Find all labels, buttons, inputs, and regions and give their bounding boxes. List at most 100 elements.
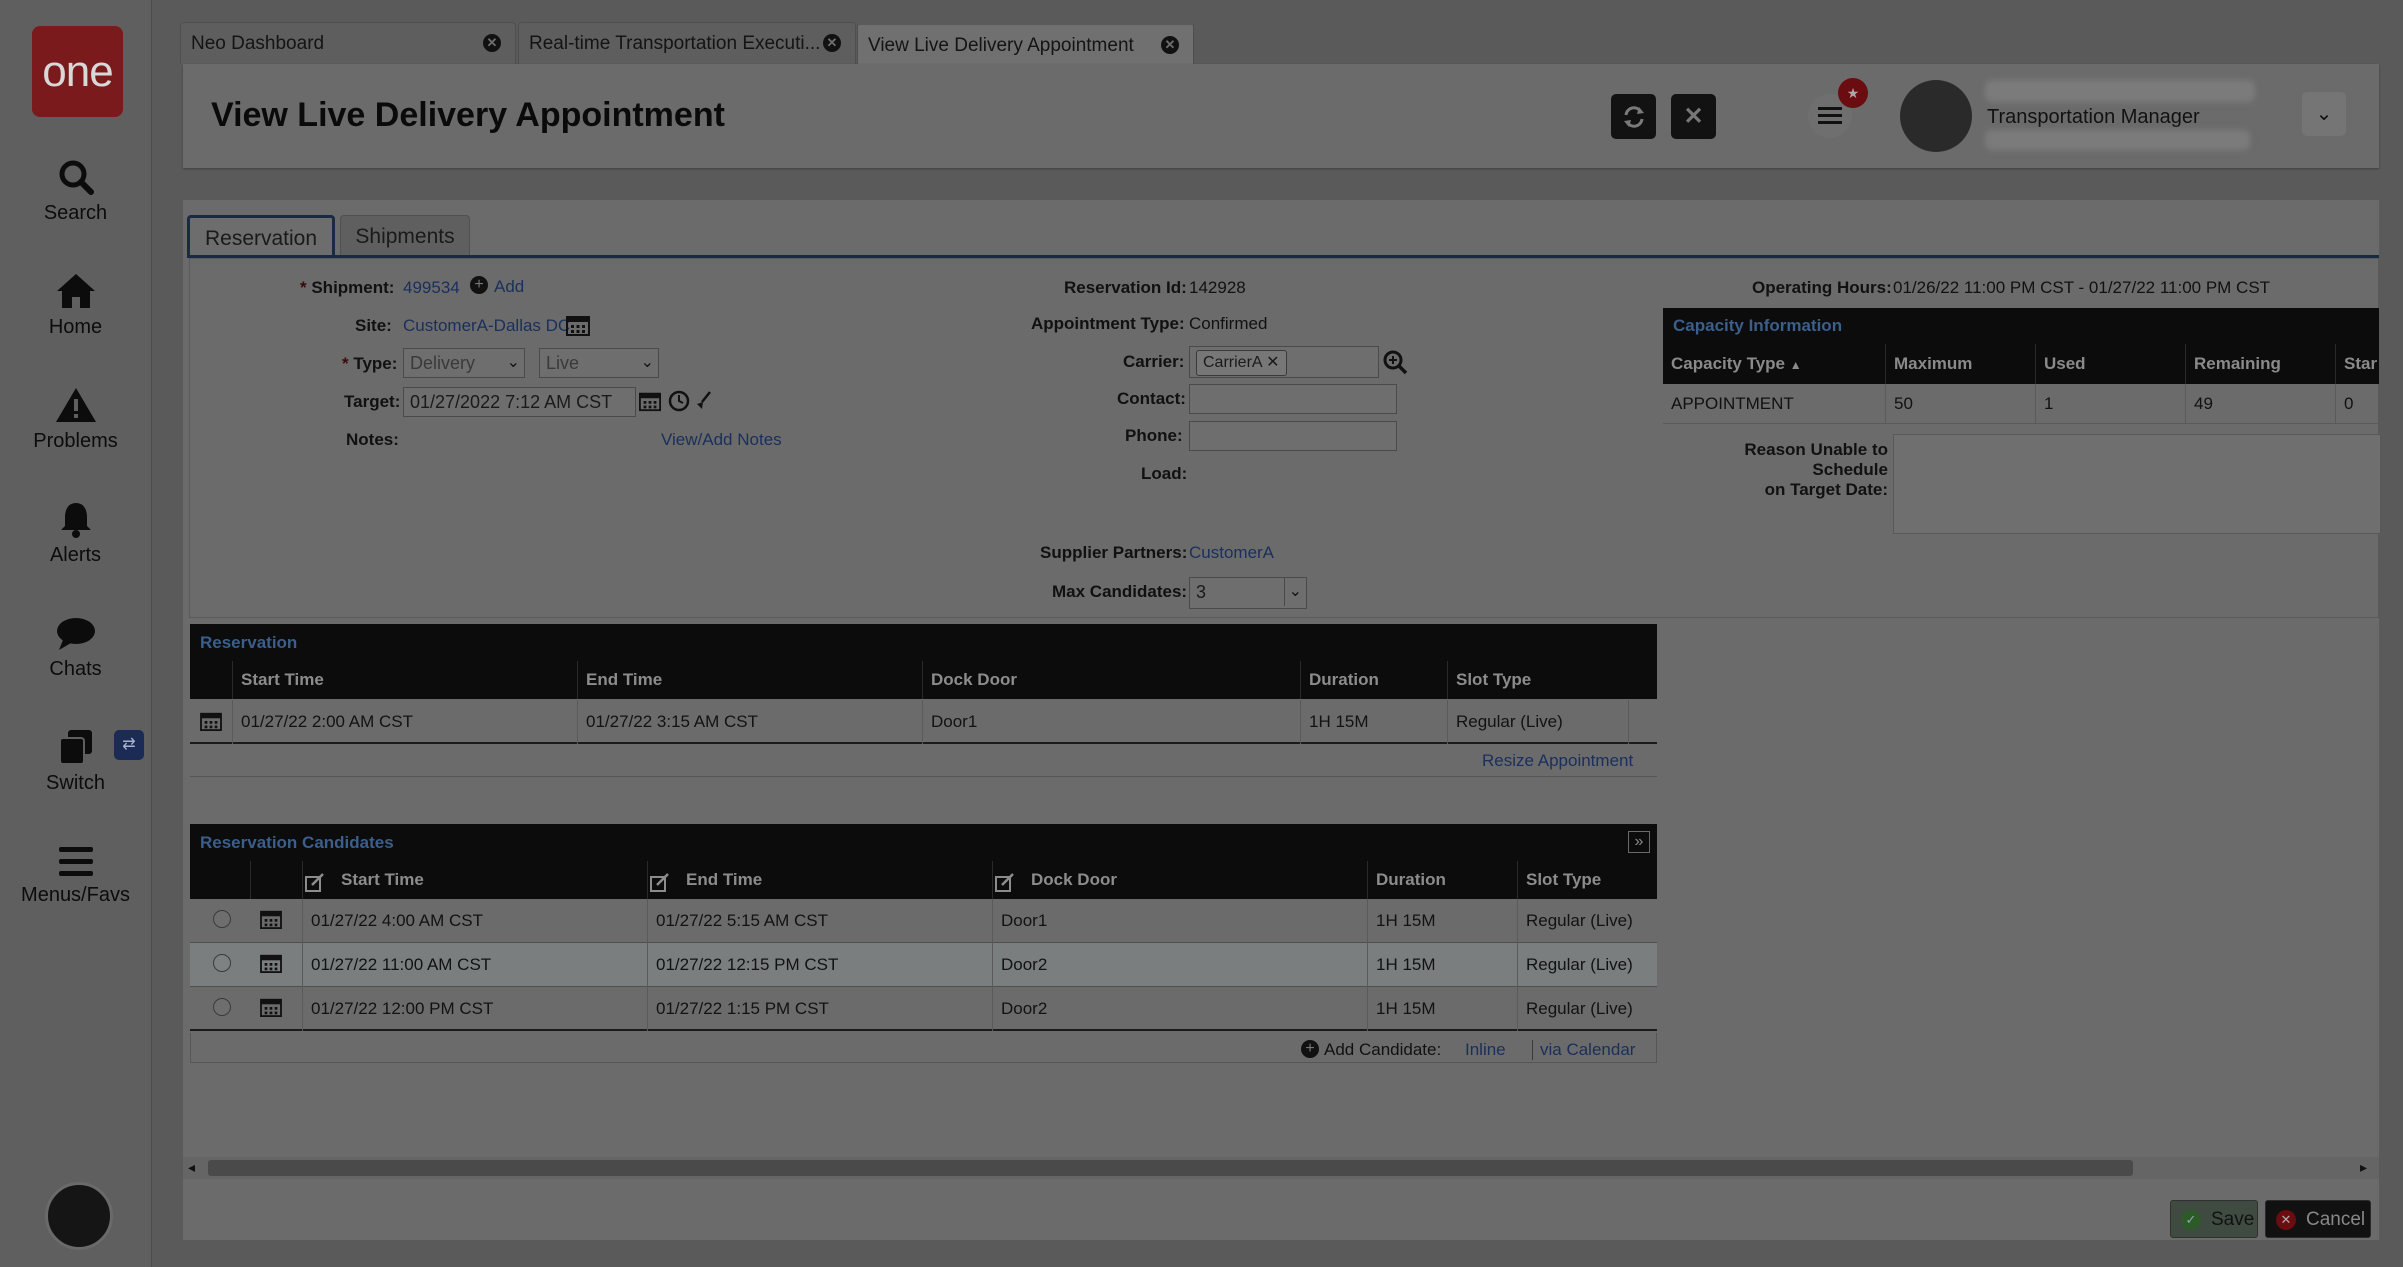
calendar-icon[interactable] <box>639 390 661 412</box>
type-select[interactable]: Delivery ⌄ <box>403 348 525 378</box>
shipment-link[interactable]: 499534 <box>403 278 460 298</box>
resize-appointment-link[interactable]: Resize Appointment <box>1482 751 1633 771</box>
tab-neo-dashboard[interactable]: Neo Dashboard ✕ <box>180 22 516 64</box>
load-label: Load: <box>1141 464 1188 483</box>
chat-icon <box>56 618 95 650</box>
subtab-reservation[interactable]: Reservation <box>187 215 335 257</box>
nav-search[interactable]: Search <box>0 158 151 225</box>
user-avatar[interactable] <box>1900 80 1972 152</box>
capacity-type-column[interactable]: Capacity Type ▲ <box>1663 344 1885 384</box>
target-label: Target: <box>344 392 401 411</box>
dock-door-column[interactable]: Dock Door <box>992 861 1367 899</box>
app-logo[interactable]: one <box>32 26 123 117</box>
calendar-icon[interactable] <box>566 314 590 336</box>
clear-brush-icon[interactable] <box>694 390 714 412</box>
scroll-left-icon[interactable]: ◂ <box>188 1159 195 1176</box>
table-row[interactable]: 01/27/22 4:00 AM CST 01/27/22 5:15 AM CS… <box>190 899 1657 943</box>
table-row[interactable]: 01/27/22 2:00 AM CST 01/27/22 3:15 AM CS… <box>190 700 1657 744</box>
scroll-right-icon[interactable]: ▸ <box>2360 1159 2367 1176</box>
start-column[interactable]: Star <box>2335 344 2379 384</box>
calendar-icon[interactable] <box>260 953 282 973</box>
calendar-icon[interactable] <box>260 997 282 1017</box>
refresh-button[interactable] <box>1611 94 1656 139</box>
start-time-column[interactable]: Start Time <box>302 861 647 899</box>
edit-icon[interactable] <box>304 872 326 894</box>
subtab-shipments[interactable]: Shipments <box>340 215 470 257</box>
add-via-calendar-link[interactable]: via Calendar <box>1540 1040 1635 1060</box>
dock-door-cell: Door1 <box>922 700 1300 744</box>
user-role: Transportation Manager <box>1987 106 2200 128</box>
slot-type-column[interactable]: Slot Type <box>1447 661 1629 699</box>
nav-menus-favs[interactable]: Menus/Favs <box>0 844 151 907</box>
profile-avatar-icon[interactable] <box>45 1182 113 1250</box>
table-row[interactable]: 01/27/22 12:00 PM CST 01/27/22 1:15 PM C… <box>190 987 1657 1031</box>
site-link[interactable]: CustomerA-Dallas DC <box>403 316 570 336</box>
nav-menus-favs-label: Menus/Favs <box>21 884 130 906</box>
table-row[interactable]: 01/27/22 11:00 AM CST 01/27/22 12:15 PM … <box>190 943 1657 987</box>
calendar-icon[interactable] <box>260 909 282 929</box>
edit-icon[interactable] <box>994 872 1016 894</box>
carrier-chip[interactable]: CarrierA ✕ <box>1196 350 1287 376</box>
favorites-star-icon[interactable]: ★ <box>1838 78 1868 108</box>
tab-view-live-delivery-appointment[interactable]: View Live Delivery Appointment ✕ <box>857 22 1194 64</box>
candidates-grid-columns: Start Time End Time Dock Door Duration S… <box>190 861 1657 899</box>
scrollbar-thumb[interactable] <box>208 1160 2133 1176</box>
duration-cell: 1H 15M <box>1300 700 1447 744</box>
zoom-search-icon[interactable] <box>1382 349 1408 375</box>
save-button[interactable]: ✓ Save <box>2170 1200 2258 1238</box>
candidate-radio[interactable] <box>213 998 231 1016</box>
expand-double-chevron-icon[interactable]: » <box>1628 831 1650 853</box>
end-time-column[interactable]: End Time <box>647 861 992 899</box>
used-column[interactable]: Used <box>2035 344 2185 384</box>
close-icon[interactable]: ✕ <box>1161 36 1179 54</box>
tab-realtime-transportation-label: Real-time Transportation Executi... <box>529 33 821 54</box>
calendar-icon[interactable] <box>200 711 222 731</box>
user-name-redacted <box>1985 80 2255 102</box>
candidate-radio[interactable] <box>213 910 231 928</box>
duration-column[interactable]: Duration <box>1300 661 1447 699</box>
start-time-cell: 01/27/22 11:00 AM CST <box>302 943 647 987</box>
phone-input[interactable] <box>1189 421 1397 451</box>
target-date-input[interactable]: 01/27/2022 7:12 AM CST <box>403 387 636 417</box>
contact-label: Contact: <box>1117 389 1186 408</box>
tab-neo-dashboard-label: Neo Dashboard <box>191 33 325 54</box>
tab-realtime-transportation[interactable]: Real-time Transportation Executi... ✕ <box>518 22 856 64</box>
live-select[interactable]: Live ⌄ <box>539 348 659 378</box>
reason-unable-textarea[interactable] <box>1893 434 2381 534</box>
nav-chats[interactable]: Chats <box>0 616 151 681</box>
clock-icon[interactable] <box>668 390 690 412</box>
close-page-button[interactable]: ✕ <box>1671 94 1716 139</box>
nav-alerts[interactable]: Alerts <box>0 500 151 567</box>
add-circle-icon[interactable]: + <box>470 276 488 294</box>
view-add-notes-link[interactable]: View/Add Notes <box>661 430 782 450</box>
contact-input[interactable] <box>1189 384 1397 414</box>
capacity-columns: Capacity Type ▲ Maximum Used Remaining S… <box>1663 344 2379 384</box>
start-time-column[interactable]: Start Time <box>232 661 577 699</box>
type-label: * Type: <box>342 354 398 373</box>
max-candidates-select[interactable]: 3 ⌄ <box>1189 577 1307 609</box>
maximum-column[interactable]: Maximum <box>1885 344 2035 384</box>
candidate-radio[interactable] <box>213 954 231 972</box>
reservation-id-value: 142928 <box>1189 278 1246 297</box>
slot-type-column[interactable]: Slot Type <box>1517 861 1657 899</box>
close-icon[interactable]: ✕ <box>483 34 501 52</box>
end-time-column[interactable]: End Time <box>577 661 922 699</box>
edit-icon[interactable] <box>649 872 671 894</box>
remove-icon[interactable]: ✕ <box>1266 354 1279 371</box>
operating-hours-label: Operating Hours: <box>1752 278 1892 297</box>
supplier-partner-link[interactable]: CustomerA <box>1189 543 1274 563</box>
duration-column[interactable]: Duration <box>1367 861 1517 899</box>
nav-alerts-label: Alerts <box>49 544 102 566</box>
cancel-button[interactable]: ✕ Cancel <box>2265 1200 2371 1238</box>
close-icon[interactable]: ✕ <box>823 34 841 52</box>
dock-door-column[interactable]: Dock Door <box>922 661 1300 699</box>
add-inline-link[interactable]: Inline <box>1465 1040 1506 1060</box>
nav-problems[interactable]: Problems <box>0 386 151 453</box>
nav-home[interactable]: Home <box>0 272 151 339</box>
switch-arrows-icon[interactable]: ⇄ <box>114 730 144 760</box>
user-menu-dropdown[interactable]: ⌄ <box>2302 92 2346 136</box>
remaining-column[interactable]: Remaining <box>2185 344 2335 384</box>
nav-chats-label: Chats <box>49 658 102 680</box>
appointment-type-value: Confirmed <box>1189 314 1268 333</box>
add-shipment-link[interactable]: Add <box>494 277 524 297</box>
